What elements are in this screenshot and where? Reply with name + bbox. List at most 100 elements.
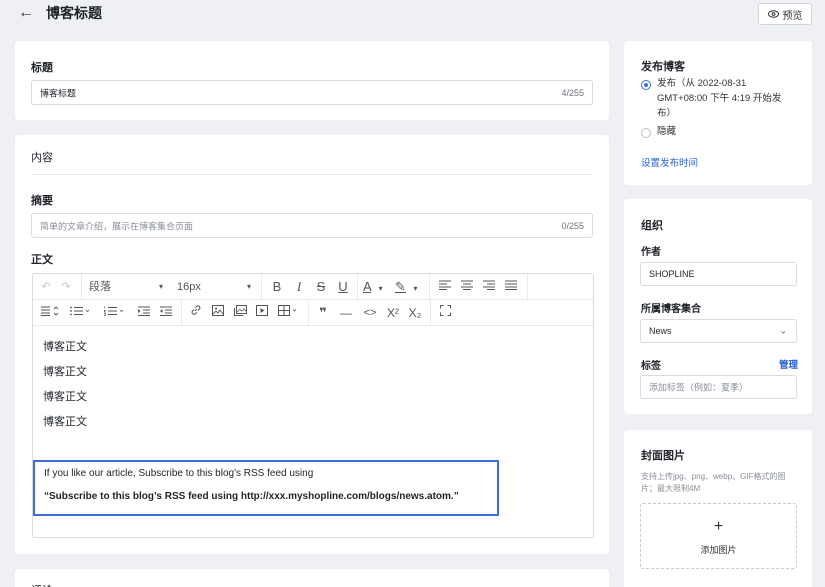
preview-button[interactable]: 预览 xyxy=(758,3,812,25)
align-justify-icon[interactable] xyxy=(502,274,520,300)
bold-button[interactable]: B xyxy=(269,274,285,300)
align-right-icon[interactable] xyxy=(480,274,498,300)
editor-body-line: 博客正文 xyxy=(43,391,87,403)
image-icon[interactable] xyxy=(209,300,227,326)
toolbar-separator xyxy=(181,300,182,326)
fullscreen-icon[interactable] xyxy=(436,300,454,326)
superscript-button[interactable]: X² xyxy=(384,300,402,326)
line-height-icon xyxy=(41,306,59,316)
author-input[interactable]: SHOPLINE xyxy=(640,262,797,286)
body-label: 正文 xyxy=(31,254,53,266)
editor-toolbar-row-1: ↶ ↷ 段落 ▾ 16px ▾ B I S U A ▾ ✎ ▾ xyxy=(33,274,593,300)
paragraph-select-label: 段落 xyxy=(89,281,111,293)
comments-card: 评论 xyxy=(15,569,609,587)
toolbar-separator xyxy=(429,274,430,300)
hide-option-label[interactable]: 隐藏 xyxy=(657,125,676,139)
add-image-label: 添加图片 xyxy=(700,545,737,555)
ordered-list-icon xyxy=(103,306,124,316)
collection-select[interactable]: News ⌄ xyxy=(640,319,797,343)
italic-button[interactable]: I xyxy=(291,274,307,300)
add-image-upload[interactable]: + 添加图片 xyxy=(640,503,797,569)
preview-label: 预览 xyxy=(782,10,803,22)
tags-label: 标签 xyxy=(641,361,661,372)
eye-icon xyxy=(767,10,779,18)
chevron-down-icon: ▾ xyxy=(413,284,418,293)
strikethrough-button[interactable]: S xyxy=(313,274,329,300)
summary-label: 摘要 xyxy=(31,195,53,207)
rss-highlight-box: If you like our article, Subscribe to th… xyxy=(33,460,499,516)
summary-placeholder: 简单的文章介绍，展示在博客集合页面 xyxy=(40,221,194,231)
collection-label: 所属博客集合 xyxy=(641,304,701,315)
set-publish-time-link[interactable]: 设置发布时间 xyxy=(641,155,698,169)
undo-icon[interactable]: ↶ xyxy=(38,274,54,300)
organization-card: 组织 作者 SHOPLINE 所属博客集合 News ⌄ 标签 管理 添加标签（… xyxy=(624,199,812,414)
bullet-list-button[interactable] xyxy=(65,300,95,326)
publish-option-line3[interactable]: 布） xyxy=(657,107,676,121)
top-bar: ← 博客标题 预览 xyxy=(0,0,825,30)
title-label: 标题 xyxy=(31,62,53,74)
paragraph-select[interactable]: 段落 ▾ xyxy=(89,274,169,300)
highlight-color-button[interactable]: ✎ ▾ xyxy=(395,274,425,300)
publish-radio[interactable] xyxy=(641,80,651,90)
editor-body-line: 博客正文 xyxy=(43,416,87,428)
title-counter: 4/255 xyxy=(561,87,584,98)
content-label: 内容 xyxy=(31,152,53,164)
chevron-down-icon: ⌄ xyxy=(779,325,787,336)
align-left-icon[interactable] xyxy=(436,274,454,300)
redo-icon[interactable]: ↷ xyxy=(58,274,74,300)
table-button[interactable] xyxy=(275,300,301,326)
table-icon xyxy=(278,305,297,316)
chevron-down-icon: ▾ xyxy=(159,282,164,291)
quote-button[interactable]: ❞ xyxy=(314,300,332,326)
chevron-down-icon: ▾ xyxy=(247,282,252,291)
video-icon[interactable] xyxy=(253,300,271,326)
link-icon[interactable] xyxy=(187,300,205,326)
title-input[interactable]: 博客标题 4/255 xyxy=(31,80,593,105)
author-label: 作者 xyxy=(641,247,661,258)
font-color-button[interactable]: A ▾ xyxy=(363,274,391,300)
editor-body-line: 博客正文 xyxy=(43,366,87,378)
tags-manage-link[interactable]: 管理 xyxy=(779,357,798,371)
author-value: SHOPLINE xyxy=(649,269,695,279)
highlighter-icon: ✎ xyxy=(395,279,406,294)
rss-intro-text: If you like our article, Subscribe to th… xyxy=(44,468,314,479)
font-size-select[interactable]: 16px ▾ xyxy=(177,274,257,300)
collection-value: News xyxy=(649,326,672,336)
rich-text-editor[interactable]: ↶ ↷ 段落 ▾ 16px ▾ B I S U A ▾ ✎ ▾ ❞ — <> X… xyxy=(32,273,594,538)
summary-counter: 0/255 xyxy=(561,220,584,231)
line-height-button[interactable] xyxy=(37,300,63,326)
publish-title: 发布博客 xyxy=(641,61,685,73)
font-color-icon: A xyxy=(363,279,371,294)
outdent-icon[interactable] xyxy=(157,300,175,326)
publish-card: 发布博客 发布（从 2022-08-31 GMT+08:00 下午 4:19 开… xyxy=(624,41,812,185)
plus-icon: + xyxy=(713,518,724,535)
toolbar-separator xyxy=(430,300,431,326)
indent-icon[interactable] xyxy=(135,300,153,326)
cover-title: 封面图片 xyxy=(641,450,685,462)
publish-option-line2[interactable]: GMT+08:00 下午 4:19 开始发 xyxy=(657,92,781,106)
toolbar-separator xyxy=(261,274,262,300)
tags-input[interactable]: 添加标签（例如：夏季） xyxy=(640,375,797,399)
summary-input[interactable]: 简单的文章介绍，展示在博客集合页面 0/255 xyxy=(31,213,593,238)
hide-radio[interactable] xyxy=(641,128,651,138)
editor-toolbar-row-2: ❞ — <> X² X₂ xyxy=(33,300,593,326)
cover-hint-line1: 支持上传jpg、png、webp、GIF格式的图 xyxy=(641,472,786,481)
rss-feed-text: “Subscribe to this blog’s RSS feed using… xyxy=(44,491,459,502)
cover-hint-line2: 片；最大限制4M xyxy=(641,484,701,493)
horizontal-rule-button[interactable]: — xyxy=(337,300,355,326)
gallery-icon[interactable] xyxy=(231,300,249,326)
content-divider xyxy=(31,174,593,175)
toolbar-separator xyxy=(357,274,358,300)
chevron-down-icon: ▾ xyxy=(378,284,383,293)
toolbar-separator xyxy=(308,300,309,326)
align-center-icon[interactable] xyxy=(458,274,476,300)
arrow-left-icon[interactable]: ← xyxy=(18,4,36,22)
code-button[interactable]: <> xyxy=(360,300,380,326)
publish-option-line1[interactable]: 发布（从 2022-08-31 xyxy=(657,77,746,91)
subscript-button[interactable]: X₂ xyxy=(406,300,424,326)
underline-button[interactable]: U xyxy=(335,274,351,300)
toolbar-separator xyxy=(81,274,82,300)
editor-body-line: 博客正文 xyxy=(43,341,87,353)
bullet-list-icon xyxy=(70,306,90,316)
ordered-list-button[interactable] xyxy=(99,300,129,326)
